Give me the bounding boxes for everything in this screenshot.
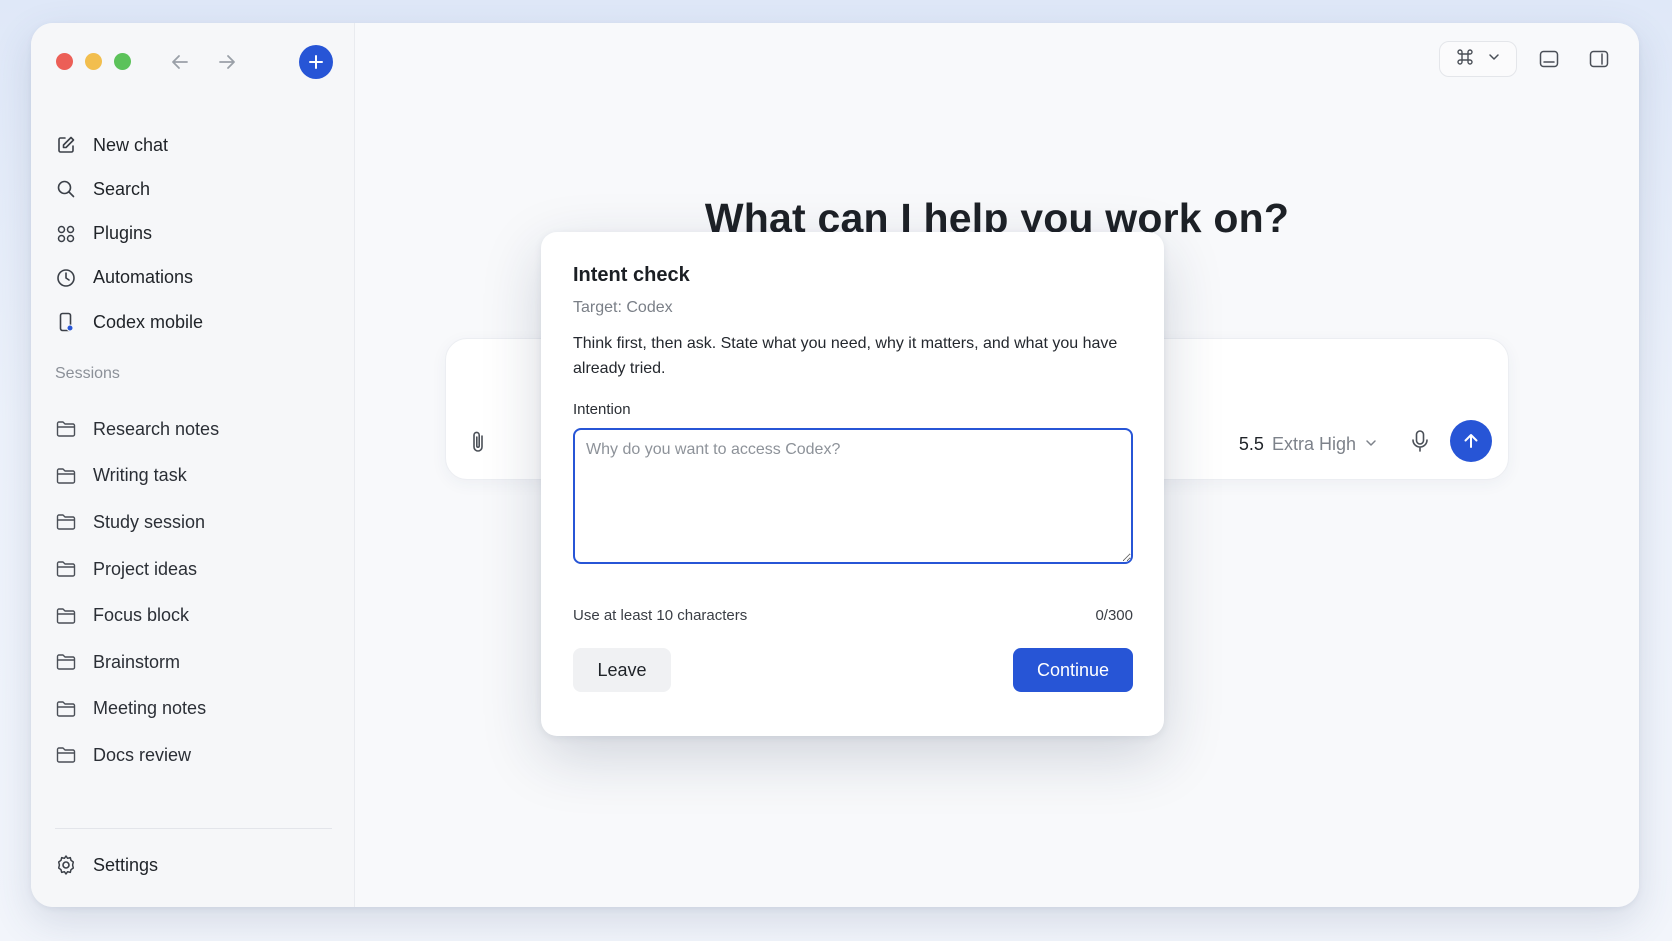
folder-icon: [55, 465, 77, 487]
sidebar-item-label: Search: [93, 178, 151, 199]
folder-icon: [55, 558, 77, 580]
sidebar-item-label: New chat: [93, 134, 169, 155]
bottom-panel-icon: [1539, 50, 1559, 68]
toggle-right-panel-button[interactable]: [1581, 41, 1617, 77]
sidebar-item-plugins[interactable]: Plugins: [31, 212, 354, 256]
sidebar-item-label: Codex mobile: [93, 311, 204, 332]
sidebar-item-new-chat[interactable]: New chat: [31, 123, 354, 167]
search-icon: [55, 178, 77, 200]
character-counter: 0/300: [1095, 607, 1133, 624]
session-label: Research notes: [93, 418, 220, 439]
back-arrow-icon[interactable]: [167, 49, 193, 75]
top-toolbar: [1439, 41, 1617, 77]
folder-icon: [55, 744, 77, 766]
intention-input[interactable]: [573, 428, 1133, 564]
model-effort: Extra High: [1271, 434, 1356, 454]
sidebar-item-codex-mobile[interactable]: Codex mobile: [31, 300, 354, 344]
folder-icon: [55, 418, 77, 440]
gear-icon: [55, 854, 77, 876]
intention-label: Intention: [573, 401, 631, 418]
microphone-icon[interactable]: [1410, 429, 1430, 458]
session-label: Writing task: [93, 465, 187, 486]
leave-button[interactable]: Leave: [573, 648, 671, 692]
chevron-down-icon: [1364, 434, 1378, 455]
sidebar: New chat Search Plugins Automations Code…: [31, 23, 355, 907]
dialog-actions: Leave Continue: [573, 648, 1133, 692]
session-item[interactable]: Project ideas: [31, 546, 354, 593]
send-button[interactable]: [1450, 420, 1492, 462]
maximize-window-button[interactable]: [114, 53, 131, 70]
session-label: Meeting notes: [93, 698, 207, 719]
new-chat-round-button[interactable]: [299, 45, 333, 79]
window-controls: [56, 53, 131, 70]
hint-row: Use at least 10 characters 0/300: [573, 607, 1133, 624]
edit-icon: [55, 134, 77, 156]
continue-button[interactable]: Continue: [1013, 648, 1133, 692]
sidebar-item-label: Settings: [93, 854, 159, 875]
session-label: Brainstorm: [93, 651, 181, 672]
sidebar-menu: New chat Search Plugins Automations Code…: [31, 123, 354, 344]
command-icon: [1456, 48, 1474, 71]
intent-check-dialog: Intent check Target: Codex Think first, …: [541, 232, 1164, 736]
min-characters-hint: Use at least 10 characters: [573, 607, 748, 624]
settings-area: Settings: [31, 843, 354, 887]
sessions-list: Research notes Writing task Study sessio…: [31, 406, 354, 779]
folder-icon: [55, 698, 77, 720]
session-item[interactable]: Meeting notes: [31, 686, 354, 733]
session-item[interactable]: Brainstorm: [31, 639, 354, 686]
session-item[interactable]: Study session: [31, 499, 354, 546]
command-menu-button[interactable]: [1439, 41, 1517, 77]
dialog-description: Think first, then ask. State what you ne…: [573, 335, 1118, 377]
session-item[interactable]: Docs review: [31, 732, 354, 779]
plus-icon: [309, 55, 323, 69]
session-item[interactable]: Focus block: [31, 592, 354, 639]
dialog-title: Intent check: [573, 264, 690, 286]
session-item[interactable]: Research notes: [31, 406, 354, 453]
chevron-down-icon: [1488, 50, 1500, 68]
session-item[interactable]: Writing task: [31, 453, 354, 500]
sessions-heading: Sessions: [55, 365, 120, 382]
folder-icon: [55, 511, 77, 533]
mobile-icon: [55, 311, 77, 333]
folder-icon: [55, 605, 77, 627]
plugins-icon: [55, 223, 77, 245]
sidebar-item-label: Automations: [93, 267, 194, 288]
sidebar-item-automations[interactable]: Automations: [31, 256, 354, 300]
folder-icon: [55, 651, 77, 673]
minimize-window-button[interactable]: [85, 53, 102, 70]
forward-arrow-icon[interactable]: [214, 49, 240, 75]
dialog-target: Target: Codex: [573, 299, 673, 316]
model-version: 5.5: [1238, 434, 1264, 454]
paperclip-icon[interactable]: [468, 429, 490, 460]
session-label: Project ideas: [93, 558, 198, 579]
model-selector[interactable]: 5.5 Extra High: [1239, 434, 1378, 455]
session-label: Study session: [93, 511, 206, 532]
toggle-bottom-panel-button[interactable]: [1531, 41, 1567, 77]
clock-icon: [55, 267, 77, 289]
session-label: Focus block: [93, 605, 190, 626]
sidebar-item-search[interactable]: Search: [31, 167, 354, 211]
right-panel-icon: [1589, 50, 1609, 68]
arrow-up-icon: [1464, 434, 1478, 448]
close-window-button[interactable]: [56, 53, 73, 70]
sidebar-item-settings[interactable]: Settings: [31, 843, 354, 887]
sidebar-divider: [55, 828, 332, 829]
sidebar-item-label: Plugins: [93, 223, 153, 244]
session-label: Docs review: [93, 744, 192, 765]
